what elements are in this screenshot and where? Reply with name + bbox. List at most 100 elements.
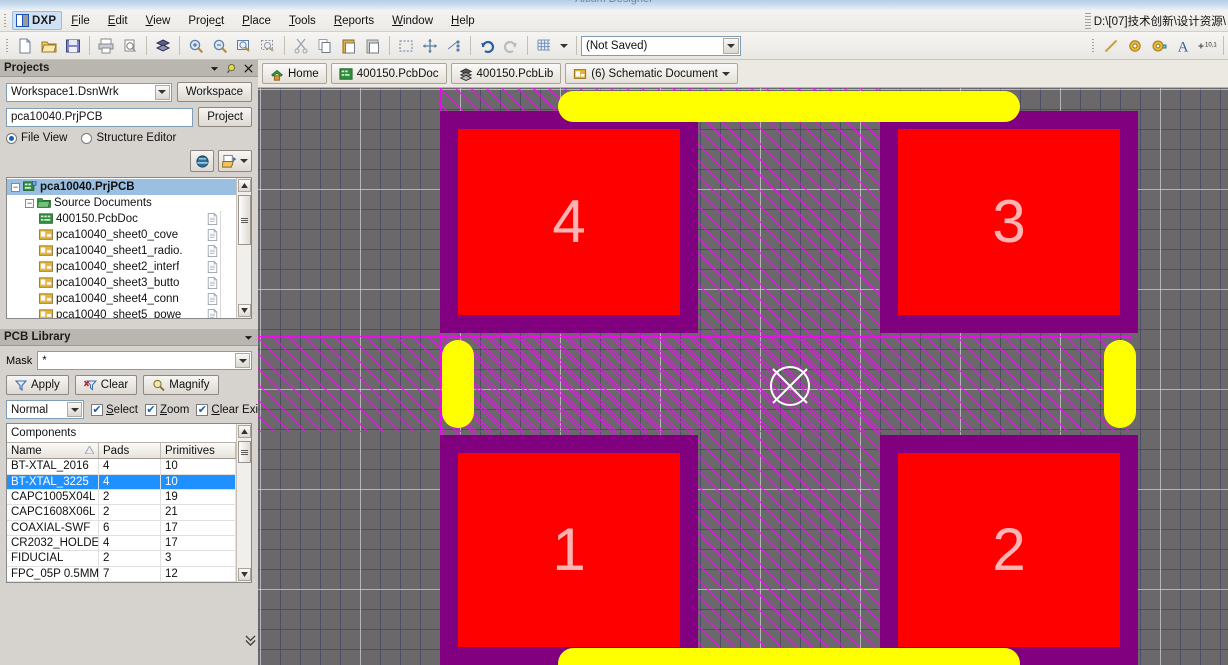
paste-icon[interactable] [338,35,360,57]
checkbox-zoom[interactable]: ✔ Zoom [144,403,189,416]
paste-special-icon[interactable] [362,35,384,57]
coordinate-icon[interactable]: 10,10 [1196,35,1218,57]
tree-item-400150-pcbdoc[interactable]: 400150.PcbDoc [7,211,236,227]
toolbar-grip-2[interactable] [1090,37,1097,54]
panel-pin-icon[interactable] [225,62,237,74]
panel-dropdown-icon[interactable] [208,62,220,74]
print-preview-icon[interactable] [119,35,141,57]
pad-3[interactable]: 3 [880,111,1138,333]
via-icon[interactable] [1124,35,1146,57]
column-header-name[interactable]: Name [7,442,99,459]
menu-project[interactable]: Project [179,12,233,30]
grid-dropdown-arrow-icon[interactable] [557,35,571,57]
snap-grid-combo[interactable]: (Not Saved) [581,35,741,56]
expander-icon[interactable]: − [25,198,34,208]
apply-button[interactable]: Apply [6,375,69,395]
project-documents-dropdown-arrow-icon[interactable] [240,159,248,163]
workspace-combo[interactable]: Workspace1.DsnWrk [6,82,172,102]
expander-icon[interactable]: − [11,182,20,192]
mask-input[interactable]: * [37,351,252,370]
components-scrollbar[interactable] [236,424,251,582]
open-folder-icon[interactable] [38,35,60,57]
workspace-dropdown-arrow-icon[interactable] [154,84,170,100]
panel-dropdown-icon[interactable] [242,331,254,343]
table-row[interactable]: FIDUCIAL 2 3 [7,551,236,567]
tab-dropdown-arrow-icon[interactable] [721,71,730,76]
tree-item-sheet3[interactable]: pca10040_sheet3_butto [7,275,236,291]
yellow-pad-top[interactable] [558,91,1020,122]
pad-icon[interactable] [1148,35,1170,57]
clear-button[interactable]: Clear [74,375,138,395]
radio-file-view[interactable]: File View [6,132,67,144]
table-row[interactable]: BT-XTAL_3225 4 10 [7,474,236,490]
scrollbar-thumb[interactable] [237,441,251,463]
zoom-area-icon[interactable] [233,35,255,57]
project-button[interactable]: Project [198,107,252,127]
tab-400150-pcbdoc[interactable]: 400150.PcbDoc [330,63,447,84]
pad-4[interactable]: 4 [440,111,698,333]
project-tree[interactable]: − pca10040.PrjPCB − Source Documents 400… [6,177,252,319]
panel-expand-icon[interactable] [244,633,256,647]
scroll-down-button[interactable] [237,304,251,317]
scroll-down-button[interactable] [237,568,251,581]
snap-grid-dropdown-arrow-icon[interactable] [723,37,739,54]
table-row[interactable]: CAPC1608X06L 2 21 [7,505,236,521]
redo-icon[interactable] [500,35,522,57]
project-options-button[interactable] [190,150,214,172]
tab-schematic-document[interactable]: (6) Schematic Document [565,63,738,84]
save-icon[interactable] [62,35,84,57]
panel-close-icon[interactable] [242,62,254,74]
cut-icon[interactable] [290,35,312,57]
mode-combo[interactable]: Normal [6,400,84,419]
mode-dropdown-arrow-icon[interactable] [67,402,82,417]
project-documents-button[interactable] [218,150,252,172]
menu-grip[interactable] [2,12,9,29]
menu-reports[interactable]: Reports [325,12,383,30]
checkbox-clear-existing[interactable]: ✔ Clear Exis [196,403,264,416]
tree-item-sheet5[interactable]: pca10040_sheet5_powe [7,307,236,318]
radio-structure-editor[interactable]: Structure Editor [81,132,176,144]
column-header-pads[interactable]: Pads [99,442,161,459]
tree-item-sheet4[interactable]: pca10040_sheet4_conn [7,291,236,307]
zoom-out-icon[interactable] [209,35,231,57]
tree-item-sheet2[interactable]: pca10040_sheet2_interf [7,259,236,275]
board-layers-icon[interactable] [152,35,174,57]
project-field[interactable]: pca10040.PrjPCB [6,107,194,127]
menu-edit[interactable]: Edit [99,12,137,30]
menu-file[interactable]: File [62,12,99,30]
tree-item-project[interactable]: − pca10040.PrjPCB [7,179,236,195]
tree-item-sheet1[interactable]: pca10040_sheet1_radio. [7,243,236,259]
table-row[interactable]: CAPC1005X04L 2 19 [7,489,236,506]
tab-400150-pcblib[interactable]: 400150.PcbLib [450,63,562,84]
menu-view[interactable]: View [137,12,180,30]
menu-help[interactable]: Help [442,12,484,30]
tab-home[interactable]: Home [262,63,327,84]
dxp-menu-button[interactable]: DXP [12,11,63,30]
tree-item-sheet0[interactable]: pca10040_sheet0_cove [7,227,236,243]
line-icon[interactable] [1100,35,1122,57]
scroll-up-button[interactable] [237,425,251,438]
checkbox-select[interactable]: ✔ Select [91,403,138,416]
copy-icon[interactable] [314,35,336,57]
magnify-button[interactable]: Magnify [143,375,219,395]
project-tree-scrollbar[interactable] [236,178,251,318]
column-header-primitives[interactable]: Primitives [161,442,236,459]
undo-icon[interactable] [476,35,498,57]
move-icon[interactable] [419,35,441,57]
table-row[interactable]: COAXIAL-SWF 6 17 [7,520,236,536]
table-row[interactable]: BT-XTAL_2016 4 10 [7,459,236,475]
yellow-pad-left[interactable] [442,340,474,428]
pad-1[interactable]: 1 [440,435,698,665]
align-icon[interactable] [443,35,465,57]
menu-window[interactable]: Window [383,12,442,30]
path-grip[interactable] [1084,12,1091,29]
table-row[interactable]: FPC_05P 0.5MM_D 7 12 [7,566,236,582]
print-icon[interactable] [95,35,117,57]
yellow-pad-bottom[interactable] [558,648,1020,665]
new-document-icon[interactable] [14,35,36,57]
zoom-in-icon[interactable] [185,35,207,57]
components-grid[interactable]: Components Name Pads Primitives BT-XTAL_… [6,423,252,583]
tree-item-source-documents[interactable]: − Source Documents [7,195,236,211]
text-icon[interactable]: A [1172,35,1194,57]
yellow-pad-right[interactable] [1104,340,1136,428]
